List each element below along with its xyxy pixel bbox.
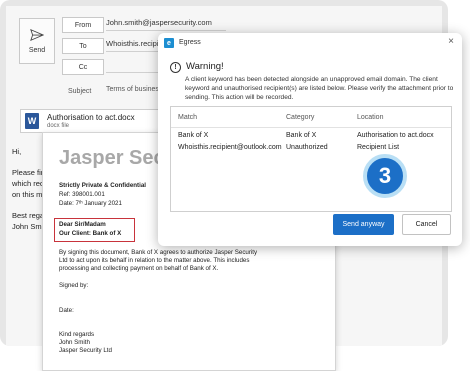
doc-line: By signing this document, Bank of X agre… <box>59 249 258 256</box>
body-line: which reci <box>12 179 46 188</box>
warning-message: A client keyword has been detected along… <box>185 76 454 101</box>
column-header-location: Location <box>357 114 384 121</box>
table-cell: Recipient List <box>357 144 400 151</box>
from-field[interactable]: John.smith@jaspersecurity.com <box>106 16 226 31</box>
send-icon <box>30 28 44 42</box>
table-cell: Authorisation to act.docx <box>357 132 434 139</box>
warning-icon: ! <box>170 62 181 73</box>
table-cell: Unauthorized <box>286 144 328 151</box>
to-button[interactable]: To <box>62 38 104 54</box>
send-button[interactable]: Send <box>19 18 55 64</box>
body-line: Hi, <box>12 147 22 156</box>
send-anyway-button[interactable]: Send anyway <box>333 214 394 235</box>
body-line: John Smit <box>12 222 46 231</box>
cc-label: Cc <box>78 63 88 71</box>
from-label: From <box>74 21 92 29</box>
subject-label: Subject <box>68 88 92 95</box>
cc-button[interactable]: Cc <box>62 59 104 75</box>
doc-line: Kind regards <box>59 331 95 338</box>
send-label: Send <box>28 47 46 54</box>
attachment-type: docx file <box>47 123 70 129</box>
word-document-icon: W <box>25 113 39 129</box>
doc-line: Ref: 398001.001 <box>59 191 105 198</box>
subject-field[interactable]: Terms of business <box>106 86 162 93</box>
table-cell: Bank of X <box>178 132 209 139</box>
doc-line: John Smith <box>59 339 90 346</box>
doc-line: Dear Sir/Madam <box>59 221 106 228</box>
body-line: Please fin <box>12 168 45 177</box>
doc-line: Date: <box>59 307 74 314</box>
table-cell: Bank of X <box>286 132 317 139</box>
match-table: Match Category Location Bank of X Bank o… <box>170 106 452 212</box>
egress-warning-dialog: e Egress × ! Warning! A client keyword h… <box>158 33 462 246</box>
cancel-button[interactable]: Cancel <box>402 214 451 235</box>
column-header-match: Match <box>178 114 198 121</box>
warning-title: Warning! <box>186 61 224 72</box>
doc-line: Our Client: Bank of X <box>59 230 122 237</box>
doc-line: Ltd to act upon its behalf in relation t… <box>59 257 250 264</box>
attachment-name: Authorisation to act.docx <box>47 113 135 122</box>
doc-line: Date: 7ᵗʰ January 2021 <box>59 200 122 207</box>
close-icon[interactable]: × <box>448 37 454 47</box>
column-header-category: Category <box>286 114 315 121</box>
table-header-divider <box>171 127 451 128</box>
step-number-badge: 3 <box>363 154 407 198</box>
from-button[interactable]: From <box>62 17 104 33</box>
body-line: on this m <box>12 190 43 199</box>
doc-line: Signed by: <box>59 282 89 289</box>
doc-line: Jasper Security Ltd <box>59 347 112 354</box>
doc-line: processing and collecting payment on beh… <box>59 265 219 272</box>
dialog-title: Egress <box>179 39 201 46</box>
to-label: To <box>79 42 87 50</box>
dialog-titlebar: e Egress × <box>158 33 462 53</box>
egress-logo-icon: e <box>164 38 174 48</box>
table-cell: Whoisthis.recipient@outlook.com <box>178 144 282 151</box>
body-line: Best rega <box>12 211 45 220</box>
doc-line: Strictly Private & Confidential <box>59 182 146 189</box>
